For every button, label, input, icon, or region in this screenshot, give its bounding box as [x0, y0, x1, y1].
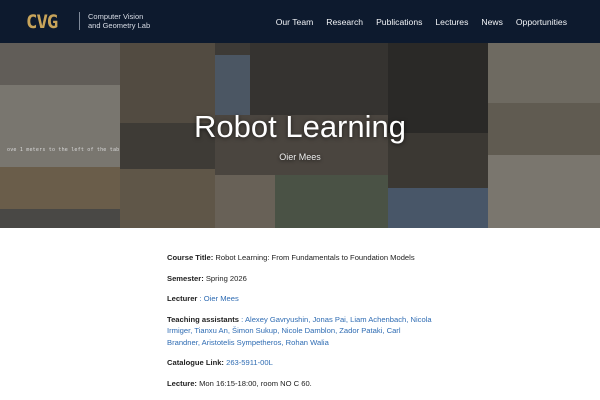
- lecture-label: Lecture:: [167, 378, 197, 388]
- nav-opportunities[interactable]: Opportunities: [516, 17, 567, 27]
- lecturer-row: Lecturer : Oier Mees: [167, 293, 434, 305]
- course-title-label: Course Title:: [167, 253, 214, 262]
- logo-text: CVG: [26, 11, 58, 32]
- course-title-value: Robot Learning: From Fundamentals to Fou…: [215, 253, 415, 262]
- lecturer-label: Lecturer: [167, 294, 198, 303]
- cvg-logo[interactable]: CVG: [26, 10, 74, 32]
- teaching-assistant-link[interactable]: Šimon Sukup: [232, 326, 277, 335]
- teaching-assistant-link[interactable]: Tianxu An: [194, 326, 228, 335]
- teaching-assistant-link[interactable]: Zador Pataki: [339, 326, 382, 335]
- teaching-assistant-link[interactable]: Nicole Damblon: [281, 326, 335, 335]
- logo-divider: [79, 12, 80, 30]
- teaching-assistant-link[interactable]: Liam Achenbach: [350, 315, 406, 324]
- top-navbar: CVG Computer Vision and Geometry Lab Our…: [0, 0, 600, 43]
- nav-publications[interactable]: Publications: [376, 17, 422, 27]
- nav-our-team[interactable]: Our Team: [276, 17, 314, 27]
- nav-news[interactable]: News: [481, 17, 503, 27]
- teaching-assistants-label: Teaching assistants: [167, 314, 240, 324]
- nav-lectures[interactable]: Lectures: [435, 17, 468, 27]
- lecturer-link[interactable]: Oier Mees: [204, 294, 239, 303]
- teaching-assistant-link[interactable]: Rohan Walia: [286, 338, 329, 347]
- course-title-row: Course Title: Robot Learning: From Funda…: [167, 252, 434, 264]
- nav-research[interactable]: Research: [326, 17, 363, 27]
- lab-name-line2: and Geometry Lab: [88, 20, 151, 30]
- lecture-value: Mon 16:15-18:00, room NO C 60.: [199, 378, 312, 388]
- page-title: Robot Learning: [194, 109, 406, 144]
- semester-label: Semester:: [167, 273, 204, 283]
- hero-subtitle: Oier Mees: [279, 152, 321, 162]
- semester-value: Spring 2026: [205, 273, 247, 283]
- teaching-assistant-link[interactable]: Alexey Gavryushin: [245, 315, 308, 324]
- teaching-assistant-link[interactable]: Jonas Pai: [313, 315, 346, 324]
- lecture-row: Lecture: Mon 16:15-18:00, room NO C 60.: [167, 378, 434, 390]
- hero-banner: ove 1 meters to the left of the tab Robo…: [0, 43, 600, 228]
- catalogue-row: Catalogue Link: 263-5911-00L: [167, 357, 434, 369]
- main-nav: Our Team Research Publications Lectures …: [276, 0, 567, 43]
- teaching-assistant-link[interactable]: Aristotelis Sympetheros: [202, 338, 282, 347]
- teaching-assistants-row: Teaching assistants : Alexey Gavryushin,…: [167, 314, 434, 349]
- catalogue-link[interactable]: 263-5911-00L: [226, 358, 273, 367]
- semester-row: Semester: Spring 2026: [167, 273, 434, 285]
- catalogue-label: Catalogue Link:: [167, 358, 224, 367]
- course-details: Course Title: Robot Learning: From Funda…: [167, 252, 434, 398]
- lab-name[interactable]: Computer Vision and Geometry Lab: [88, 12, 198, 30]
